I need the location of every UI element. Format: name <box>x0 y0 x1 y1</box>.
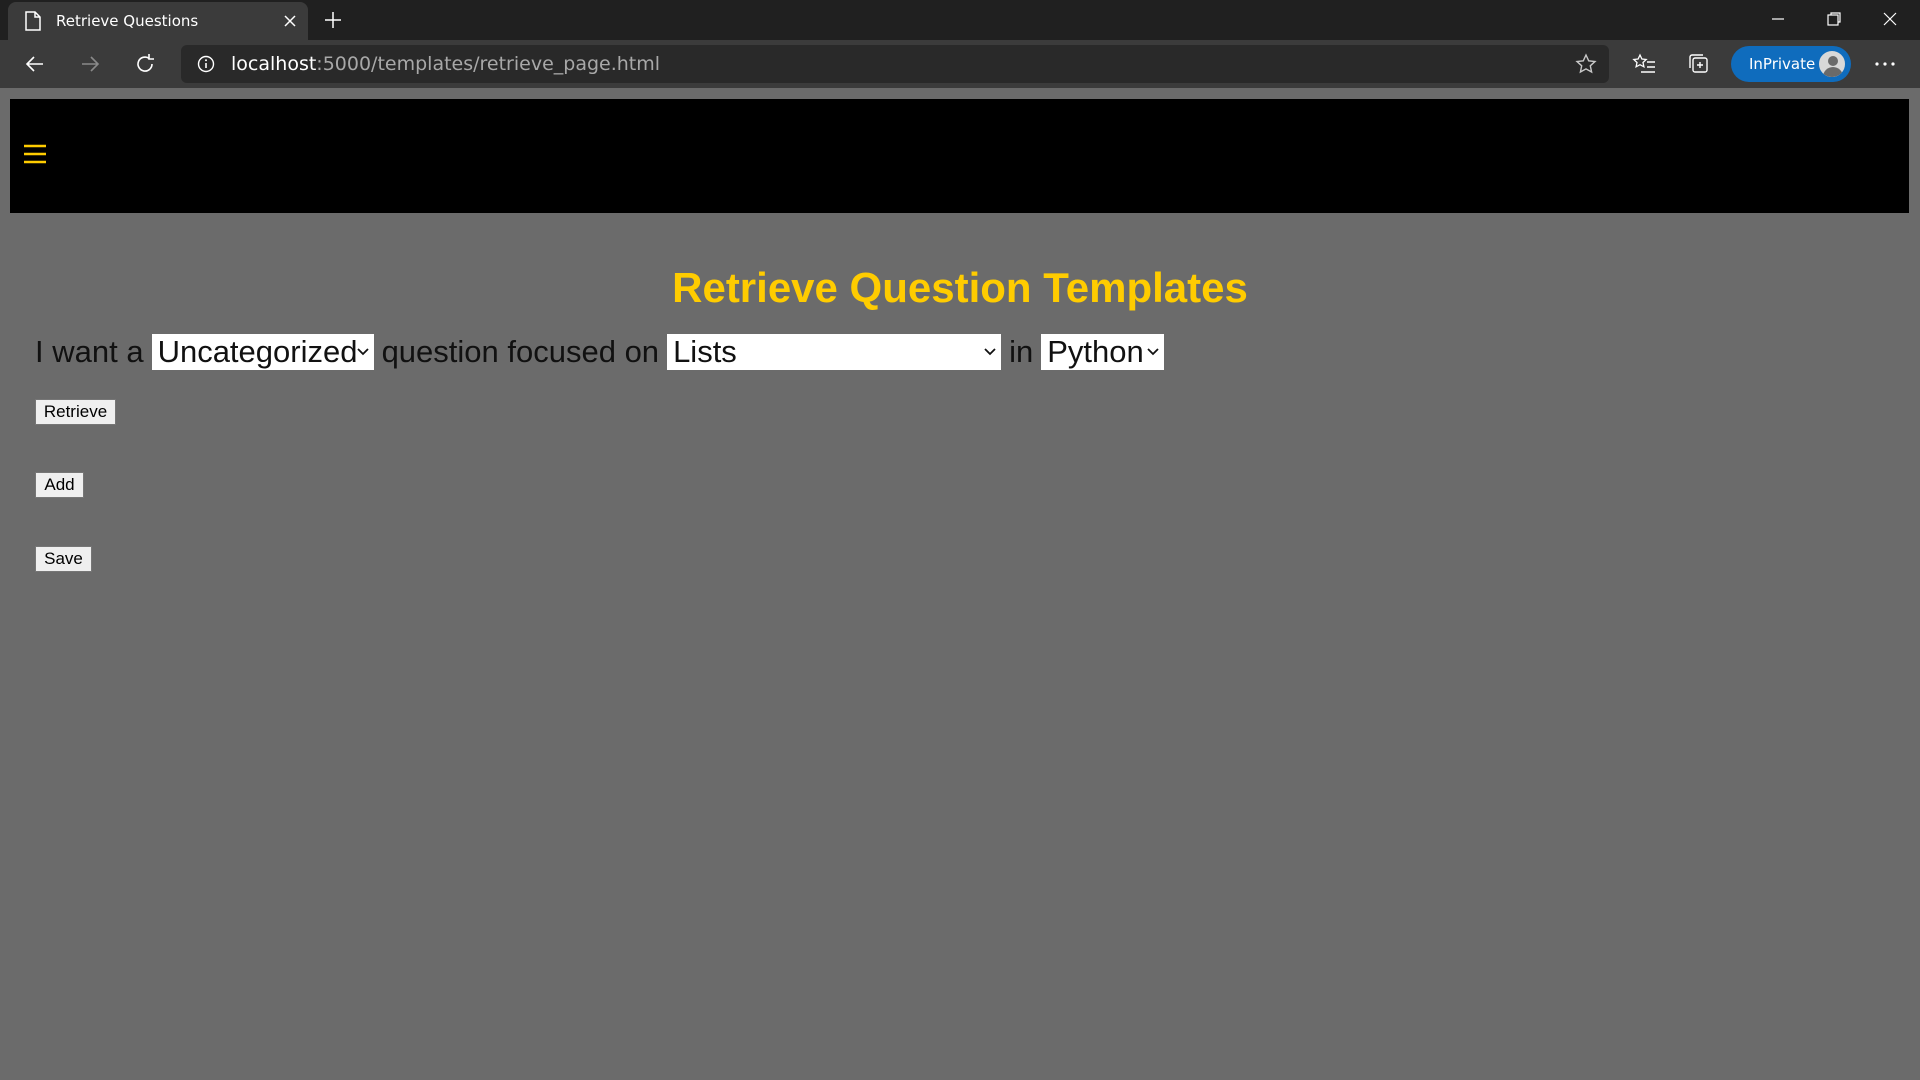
language-select-value: Python <box>1047 334 1144 369</box>
language-select[interactable]: Python <box>1041 334 1165 370</box>
top-navbar <box>10 99 1909 213</box>
address-bar[interactable]: localhost:5000/templates/retrieve_page.h… <box>181 45 1609 83</box>
info-icon[interactable] <box>181 45 231 83</box>
star-icon[interactable] <box>1573 51 1599 77</box>
inprivate-label: InPrivate <box>1749 55 1816 73</box>
tab-title: Retrieve Questions <box>56 12 199 30</box>
minimize-icon[interactable] <box>1750 0 1806 38</box>
category-select[interactable]: Uncategorized <box>151 334 374 370</box>
close-icon[interactable] <box>272 3 308 39</box>
chevron-down-icon <box>983 343 997 361</box>
add-button[interactable]: Add <box>35 472 84 498</box>
retrieve-button[interactable]: Retrieve <box>35 399 116 425</box>
restore-icon[interactable] <box>1806 0 1862 38</box>
collections-icon[interactable] <box>1679 44 1719 84</box>
page-viewport: Retrieve Question Templates I want a Unc… <box>0 88 1920 1080</box>
hamburger-menu-icon[interactable] <box>22 141 48 167</box>
topic-select-value: Lists <box>673 334 737 369</box>
query-sentence: I want a Uncategorized question focused … <box>35 334 1172 370</box>
chevron-down-icon <box>356 343 370 361</box>
page-icon <box>22 10 44 32</box>
inprivate-badge[interactable]: InPrivate <box>1731 46 1851 82</box>
url-host: localhost <box>231 53 317 75</box>
query-prefix: I want a <box>35 334 144 369</box>
browser-tabstrip: Retrieve Questions <box>0 0 1920 40</box>
more-icon[interactable] <box>1865 44 1905 84</box>
query-middle: question focused on <box>381 334 660 369</box>
topic-select[interactable]: Lists <box>667 334 1002 370</box>
window-close-icon[interactable] <box>1862 0 1918 38</box>
avatar <box>1817 49 1847 79</box>
favorites-icon[interactable] <box>1624 44 1664 84</box>
query-connector: in <box>1009 334 1034 369</box>
back-icon[interactable] <box>15 44 55 84</box>
forward-icon[interactable] <box>70 44 110 84</box>
browser-tab[interactable]: Retrieve Questions <box>8 2 308 40</box>
save-button[interactable]: Save <box>35 546 92 572</box>
page-title: Retrieve Question Templates <box>672 264 1248 311</box>
plus-icon[interactable] <box>314 2 352 38</box>
refresh-icon[interactable] <box>125 44 165 84</box>
chevron-down-icon <box>1146 343 1160 361</box>
browser-toolbar: localhost:5000/templates/retrieve_page.h… <box>0 40 1920 88</box>
url-path: :5000/templates/retrieve_page.html <box>316 53 661 75</box>
category-select-value: Uncategorized <box>157 334 358 369</box>
